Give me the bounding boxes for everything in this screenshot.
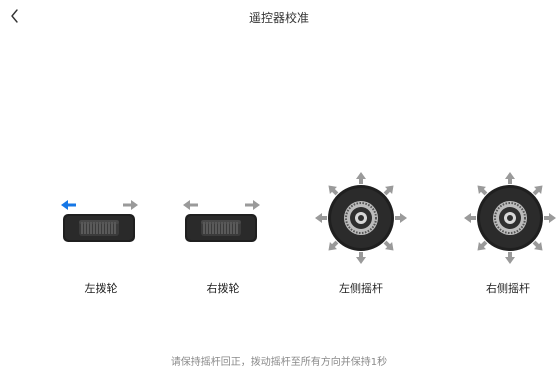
left-arrow-icon xyxy=(183,200,198,210)
joystick-icon xyxy=(477,185,543,251)
dial-wheel-icon xyxy=(63,214,135,242)
right-stick-label: 右侧摇杆 xyxy=(486,282,530,295)
right-dial-graphic xyxy=(183,200,260,242)
dial-wheel-icon xyxy=(185,214,257,242)
page-title: 遥控器校准 xyxy=(248,11,309,25)
right-arrow-icon xyxy=(123,200,138,210)
right-arrow-icon xyxy=(245,200,260,210)
left-stick-graphic xyxy=(315,172,407,264)
left-stick-label: 左侧摇杆 xyxy=(339,282,383,295)
left-arrow-icon xyxy=(61,200,76,210)
joystick-icon xyxy=(328,185,394,251)
calibration-controls: 左拨轮 右拨轮 左侧摇杆 右侧摇杆 xyxy=(0,170,558,310)
left-dial-graphic xyxy=(61,200,138,242)
right-stick-graphic xyxy=(464,172,556,264)
right-dial-label: 右拨轮 xyxy=(206,282,240,295)
calibration-instruction: 请保持摇杆回正，拨动摇杆至所有方向并保持1秒 xyxy=(170,357,388,368)
left-dial-label: 左拨轮 xyxy=(84,282,118,295)
